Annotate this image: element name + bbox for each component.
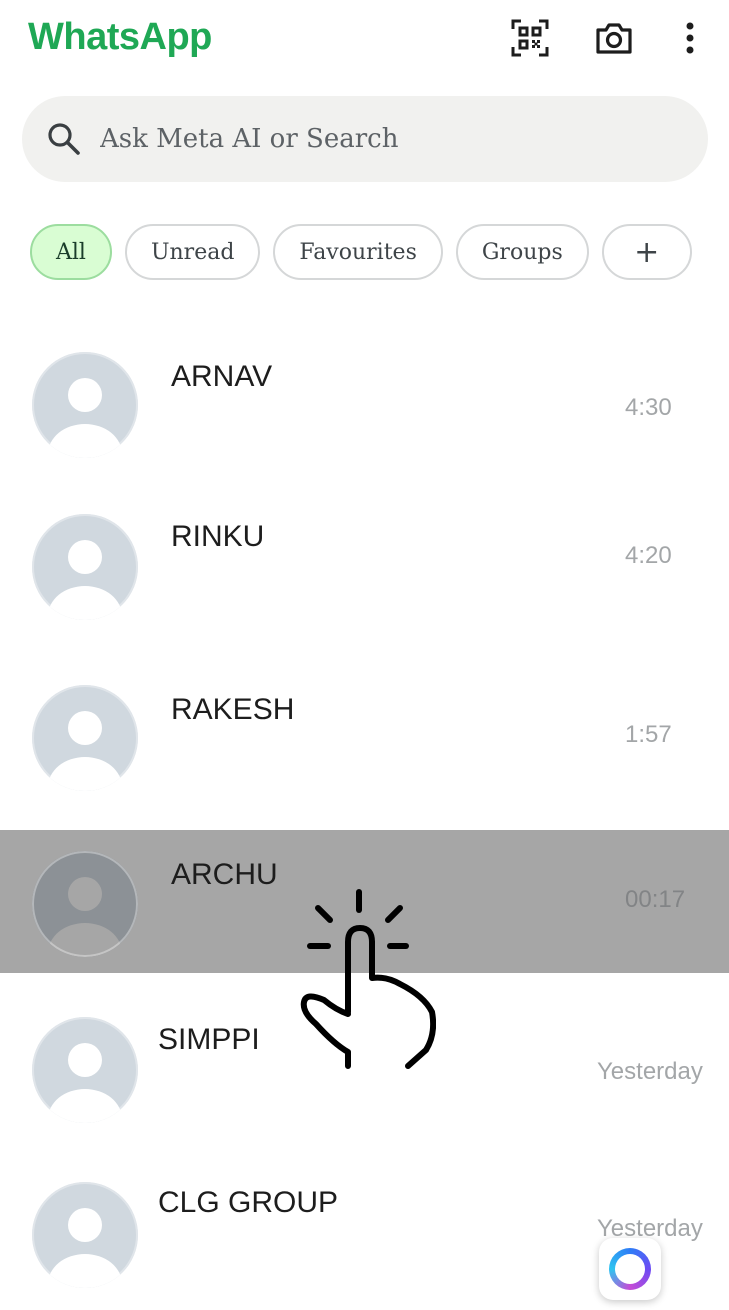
camera-icon[interactable]	[594, 18, 634, 58]
filter-chip-all[interactable]: All	[30, 224, 112, 280]
chat-name: ARCHU	[171, 858, 278, 891]
chat-time: Yesterday	[597, 1058, 703, 1085]
app-title: WhatsApp	[28, 16, 212, 58]
filter-chips: All Unread Favourites Groups +	[30, 224, 692, 280]
avatar[interactable]	[32, 352, 138, 458]
chat-time: 4:20	[625, 542, 672, 569]
avatar[interactable]	[32, 851, 138, 957]
chat-time: 4:30	[625, 394, 672, 421]
chat-name: RINKU	[171, 520, 265, 553]
filter-chip-groups[interactable]: Groups	[455, 224, 589, 280]
chat-row-rakesh[interactable]: RAKESH 1:57	[0, 665, 729, 825]
search-icon	[46, 121, 82, 157]
chat-name: ARNAV	[171, 360, 273, 393]
chat-row-rinku[interactable]: RINKU 4:20	[0, 490, 729, 650]
top-app-bar: WhatsApp	[0, 0, 729, 88]
qr-code-icon[interactable]	[510, 18, 550, 58]
search-bar[interactable]	[22, 96, 708, 182]
avatar[interactable]	[32, 514, 138, 620]
chat-name: CLG GROUP	[158, 1186, 339, 1219]
meta-ai-icon	[609, 1248, 651, 1290]
avatar[interactable]	[32, 1017, 138, 1123]
filter-chip-unread[interactable]: Unread	[124, 224, 261, 280]
chat-row-arnav[interactable]: ARNAV 4:30	[0, 330, 729, 480]
filter-chip-favourites[interactable]: Favourites	[273, 224, 443, 280]
chat-name: RAKESH	[171, 693, 295, 726]
add-filter-button[interactable]: +	[601, 224, 692, 280]
avatar[interactable]	[32, 685, 138, 791]
search-input[interactable]	[100, 124, 660, 154]
meta-ai-button[interactable]	[599, 1238, 661, 1300]
chat-row-archu[interactable]: ARCHU 00:17	[0, 830, 729, 973]
chat-time: 00:17	[625, 886, 686, 913]
avatar[interactable]	[32, 1182, 138, 1288]
more-vert-icon[interactable]	[670, 18, 710, 58]
whatsapp-chats-screen: WhatsApp Ask Meta AI or Search All Unrea…	[0, 0, 729, 1310]
chat-row-simppi[interactable]: SIMPPI Yesterday	[0, 995, 729, 1145]
chat-name: SIMPPI	[158, 1023, 260, 1056]
chat-time: 1:57	[625, 721, 672, 748]
